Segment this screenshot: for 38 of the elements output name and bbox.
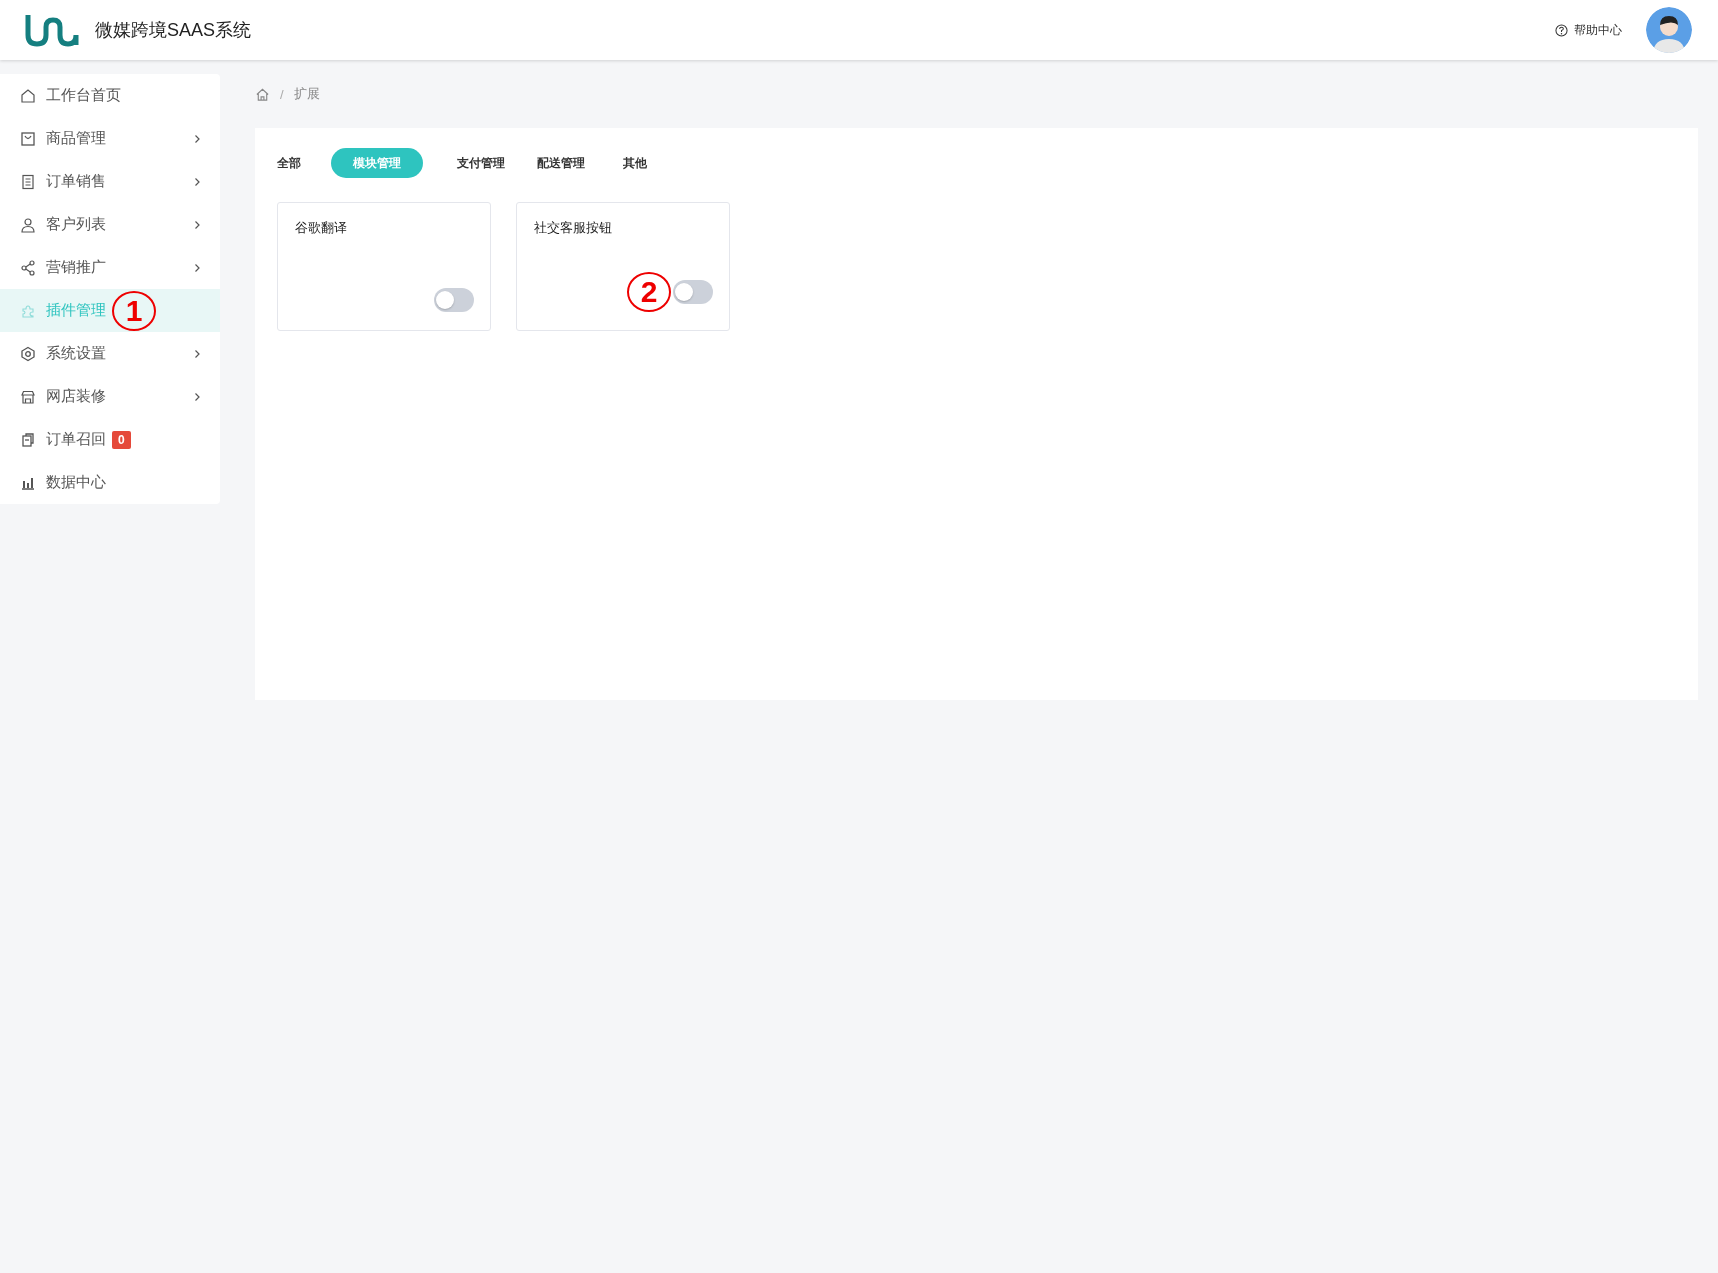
breadcrumb-separator: / [280,86,284,102]
toggle-switch[interactable] [673,280,713,304]
step-marker: 1 [112,290,156,331]
count-badge: 0 [112,430,131,449]
sidebar-item[interactable]: 工作台首页 [0,74,220,117]
sidebar-item[interactable]: 商品管理 [0,117,220,160]
puzzle-icon [20,302,36,319]
share-icon [20,259,36,276]
help-link[interactable]: 帮助中心 [1574,21,1622,39]
app-title: 微媒跨境SAAS系统 [95,19,252,42]
toggle-switch[interactable] [434,288,474,312]
house-icon [20,87,36,104]
bag-icon [20,130,36,147]
filter-tab[interactable]: 支付管理 [445,148,517,178]
sidebar-item[interactable]: 订单销售 [0,160,220,203]
sidebar-item[interactable]: 系统设置 [0,332,220,375]
store-icon [20,388,36,405]
hexagon-icon [20,345,36,362]
help-icon[interactable] [1555,23,1568,37]
avatar[interactable] [1646,7,1692,53]
filter-tab[interactable]: 全部 [277,148,313,178]
step-marker: 2 [627,272,671,312]
sidebar-item[interactable]: 插件管理 1 [0,289,220,332]
filter-tab[interactable]: 其他 [605,148,665,178]
filter-tab[interactable]: 配送管理 [525,148,597,178]
sidebar-item[interactable]: 网店装修 [0,375,220,418]
sidebar-item[interactable]: 订单召回 0 [0,418,220,461]
user-icon [20,216,36,233]
copy-icon [20,431,36,448]
sidebar-item[interactable]: 数据中心 [0,461,220,504]
plugin-name: 谷歌翻译 [295,219,348,237]
breadcrumb-item: 扩展 [293,85,320,103]
sidebar-item[interactable]: 客户列表 [0,203,220,246]
plugin-name: 社交客服按钮 [534,219,613,237]
sidebar-item[interactable]: 营销推广 [0,246,220,289]
home-icon[interactable] [255,86,270,102]
document-icon [20,173,36,190]
logo-icon [24,13,80,47]
